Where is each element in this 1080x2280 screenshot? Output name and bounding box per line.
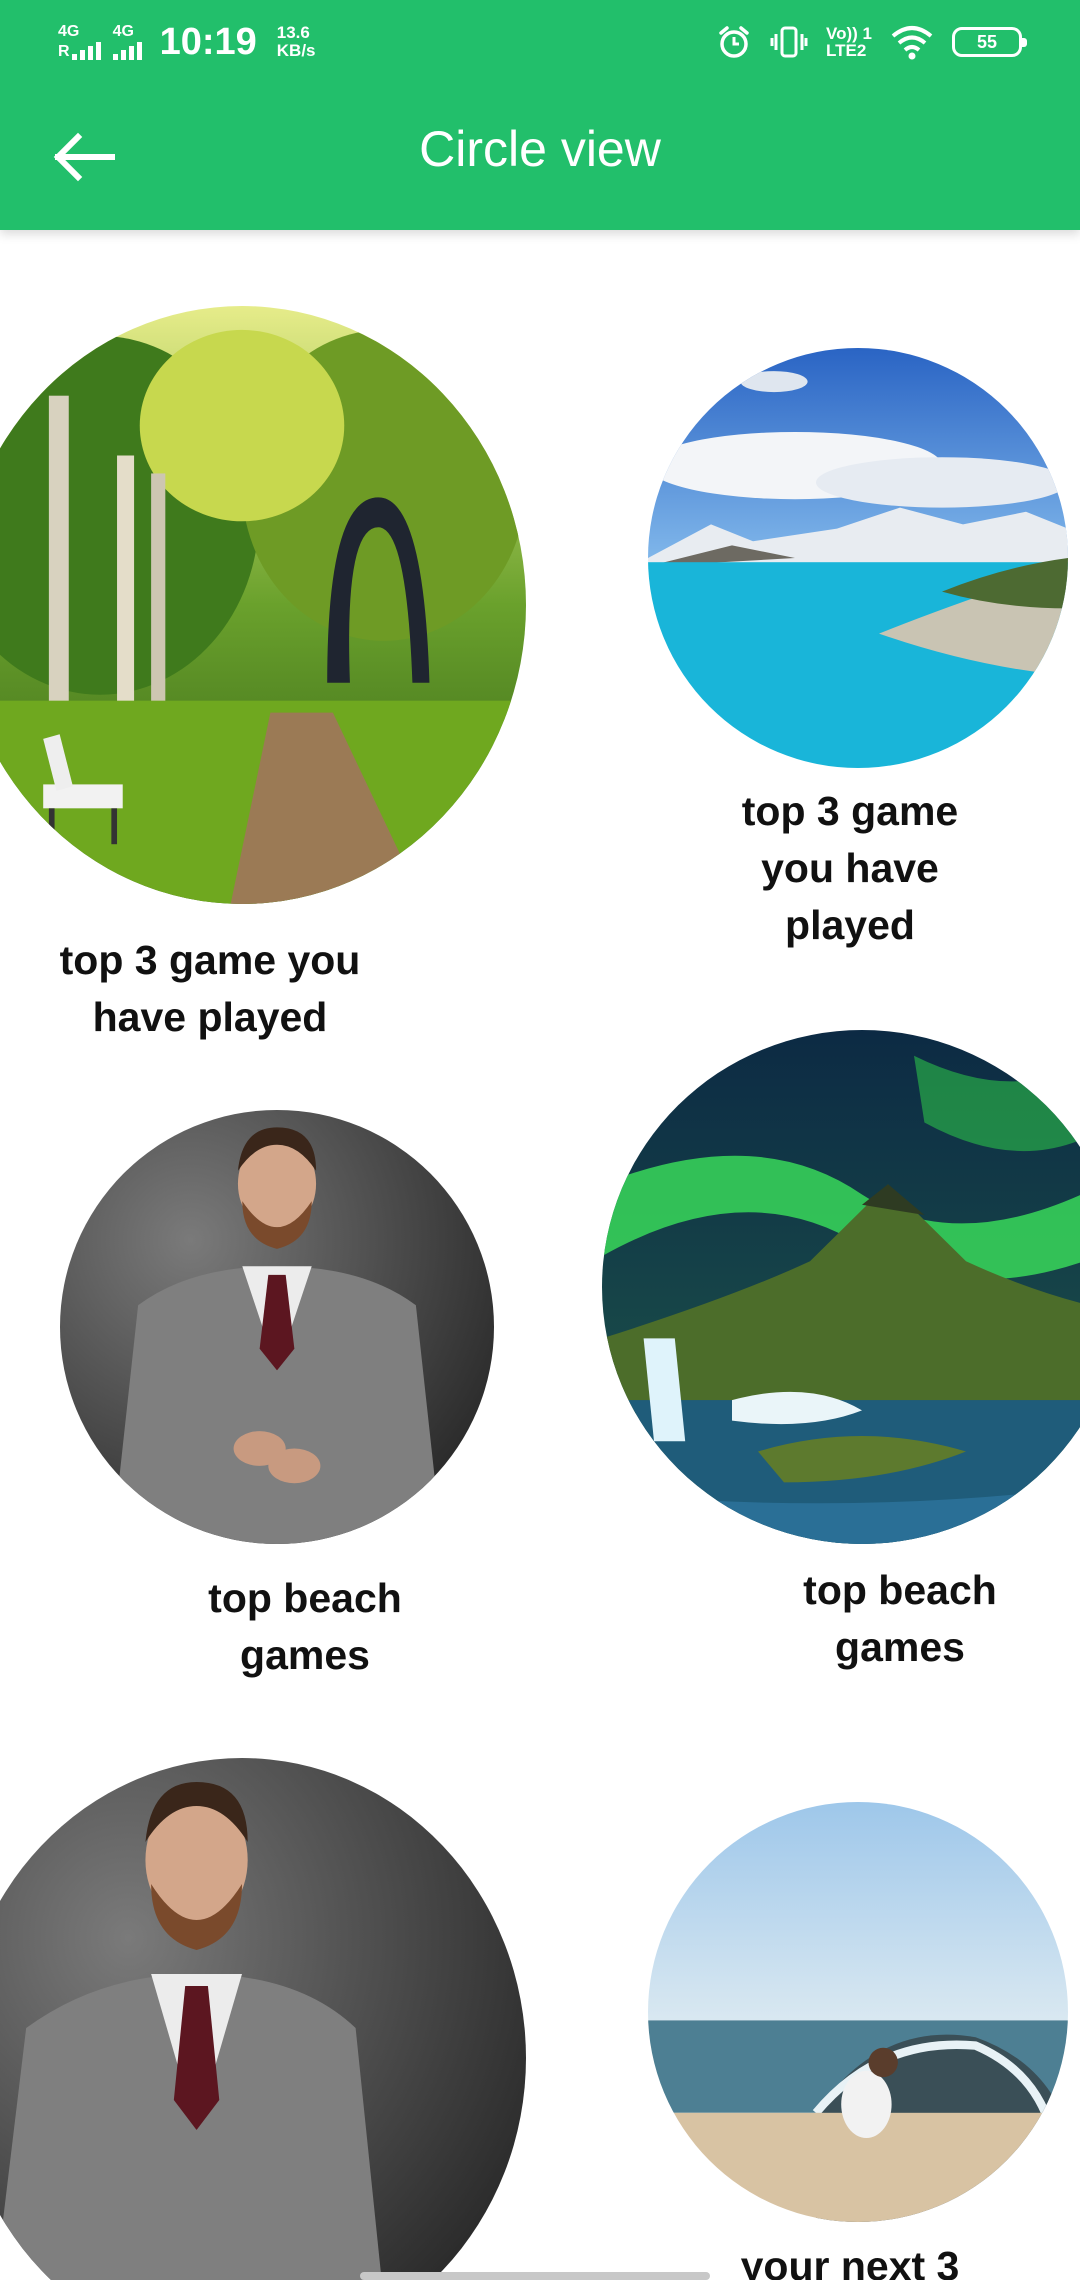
park-image: [0, 306, 526, 904]
caption-line: top beach: [803, 1567, 997, 1613]
circle-image-park[interactable]: [0, 306, 526, 904]
network-1-type: 4G: [58, 23, 80, 40]
alarm-icon: [719, 26, 749, 58]
circle-grid[interactable]: top 3 game you have played top 3 game yo…: [0, 230, 1080, 2280]
caption-line: top beach: [208, 1575, 402, 1621]
circle-image-wave[interactable]: [648, 1802, 1068, 2222]
caption-item-4: top beach games: [745, 1562, 1055, 1676]
caption-item-3: top beach games: [150, 1570, 460, 1684]
caption-item-1: top 3 game you have played: [40, 932, 380, 1046]
aurora-image: [602, 1030, 1080, 1544]
clock: 10:19: [159, 20, 257, 63]
caption-line: played: [785, 902, 915, 948]
network-2-type: 4G: [112, 23, 134, 40]
caption-line: games: [835, 1624, 965, 1670]
lake-image: [648, 348, 1068, 768]
signal-1-icon: [71, 40, 101, 60]
network-speed: 13.6 KB/s: [277, 24, 316, 60]
roaming-indicator: R: [58, 43, 70, 60]
scroll-indicator[interactable]: [360, 2272, 710, 2280]
circle-image-man-large[interactable]: [0, 1758, 526, 2280]
wave-image: [648, 1802, 1068, 2222]
toolbar: Circle view: [0, 84, 1080, 230]
caption-item-6: your next 3: [700, 2238, 1000, 2280]
vibrate-icon: [770, 26, 808, 58]
app-bar: 4G R 4G 10:19 13.6 KB/s Vo)) 1 LTE2 55 C…: [0, 0, 1080, 230]
circle-image-lake[interactable]: [648, 348, 1068, 768]
caption-line: top 3 game: [741, 788, 959, 834]
caption-line: your next 3: [740, 2243, 960, 2280]
status-left: 4G R 4G 10:19 13.6 KB/s: [58, 18, 316, 66]
volte-label: Vo)) 1: [826, 24, 872, 43]
network-2: 4G: [112, 23, 142, 60]
speed-unit: KB/s: [276, 41, 316, 60]
caption-line: top 3 game you: [59, 937, 361, 983]
caption-item-2: top 3 game you have played: [700, 783, 1000, 954]
page-title: Circle view: [419, 121, 661, 177]
battery-icon: 55: [952, 27, 1027, 57]
signal-2-icon: [112, 40, 142, 60]
man-image: [60, 1110, 494, 1544]
caption-line: games: [240, 1632, 370, 1678]
speed-value: 13.6: [276, 23, 310, 43]
caption-line: have played: [92, 994, 328, 1040]
circle-image-man[interactable]: [60, 1110, 494, 1544]
wifi-icon: [891, 26, 933, 60]
battery-level: 55: [976, 31, 998, 52]
caption-line: you have: [761, 845, 939, 891]
volte-indicator: Vo)) 1 LTE2: [826, 25, 872, 59]
man-large-image: [0, 1758, 526, 2280]
network-1: 4G R: [58, 24, 101, 60]
status-bar: 4G R 4G 10:19 13.6 KB/s Vo)) 1 LTE2 55: [0, 0, 1080, 84]
status-right: Vo)) 1 LTE2 55: [716, 20, 1027, 64]
lte-label: LTE2: [826, 41, 867, 60]
circle-image-aurora[interactable]: [602, 1030, 1080, 1544]
